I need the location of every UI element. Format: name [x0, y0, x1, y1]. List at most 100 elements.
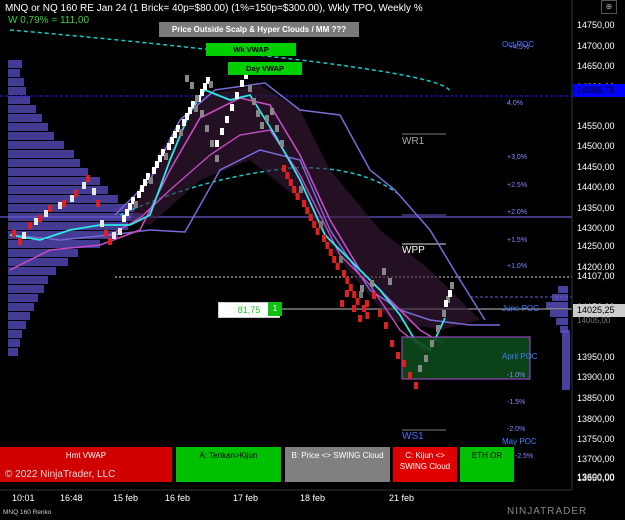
- renko-brick: [384, 322, 388, 329]
- volume-profile-bar: [8, 60, 22, 68]
- renko-brick: [248, 85, 252, 92]
- renko-brick: [328, 249, 333, 256]
- signal-cell: B: Price <> SWING Cloud: [285, 447, 390, 482]
- price-tag-white: 14107,00: [573, 270, 625, 283]
- renko-brick: [370, 280, 374, 287]
- renko-brick: [280, 140, 284, 147]
- renko-brick: [295, 193, 300, 200]
- renko-brick: [299, 186, 303, 193]
- renko-brick: [275, 125, 279, 132]
- renko-brick: [450, 282, 454, 289]
- pct-25-label: +2.5%: [507, 182, 528, 189]
- volume-profile-bar: [8, 204, 134, 212]
- renko-brick: [322, 235, 326, 242]
- instrument-footer: MNQ 160 Renko: [3, 509, 52, 516]
- renko-brick: [179, 129, 183, 136]
- renko-brick: [436, 325, 440, 332]
- renko-brick: [365, 312, 370, 319]
- renko-brick: [125, 209, 129, 216]
- time-axis-label: 10:01: [12, 493, 35, 503]
- renko-brick: [270, 108, 274, 115]
- renko-brick: [104, 230, 108, 237]
- price-axis-label: 13700,00: [577, 454, 615, 464]
- volume-profile-bar: [8, 258, 68, 266]
- renko-brick: [396, 352, 400, 359]
- weekly-percent: W 0,79% = 111,00: [8, 15, 90, 26]
- renko-brick: [12, 230, 16, 237]
- price-axis-label: 13750,00: [577, 434, 615, 444]
- renko-brick: [292, 186, 297, 193]
- time-axis-label: 17 feb: [233, 493, 259, 503]
- renko-brick: [365, 300, 369, 307]
- renko-brick: [414, 382, 418, 389]
- renko-brick: [378, 310, 382, 317]
- renko-brick: [200, 110, 204, 117]
- renko-brick: [332, 256, 337, 263]
- pct-2-label: +2.0%: [507, 209, 528, 216]
- renko-brick: [62, 200, 66, 207]
- renko-brick: [285, 172, 290, 179]
- time-axis-label: 16:48: [60, 493, 83, 503]
- volume-profile-bar: [546, 302, 568, 309]
- renko-brick: [348, 284, 353, 291]
- pct-m25-label: -2.5%: [515, 453, 534, 460]
- day-vwap-label: Day VWAP: [228, 62, 302, 75]
- renko-brick: [108, 238, 112, 245]
- renko-brick: [205, 125, 209, 132]
- renko-brick: [185, 113, 189, 120]
- price-axis-label: 13850,00: [577, 393, 615, 403]
- volume-profile-bar: [8, 276, 48, 284]
- volume-profile-bar: [550, 310, 568, 317]
- renko-brick: [225, 116, 229, 123]
- renko-brick: [256, 110, 260, 117]
- chart-title: MNQ or NQ 160 RE Jan 24 (1 Brick= 40p=$8…: [5, 3, 423, 14]
- wpp-label: WPP: [402, 245, 425, 256]
- wk-vwap-label: Wk VWAP: [206, 43, 296, 56]
- price-axis-label: 14250,00: [577, 241, 615, 251]
- renko-brick: [82, 182, 86, 189]
- renko-brick: [260, 122, 264, 129]
- renko-brick: [149, 177, 153, 184]
- price-axis-label: 14550,00: [577, 121, 615, 131]
- volume-profile-bar: [8, 348, 18, 356]
- wr1-label: WR1: [402, 136, 425, 147]
- renko-brick: [265, 115, 269, 122]
- renko-brick: [38, 215, 42, 222]
- renko-brick: [430, 340, 434, 347]
- renko-brick: [340, 300, 344, 307]
- renko-brick: [408, 372, 412, 379]
- renko-brick: [118, 228, 122, 235]
- renko-brick: [382, 268, 386, 275]
- zoom-icon[interactable]: ⊕: [601, 0, 617, 14]
- volume-profile-bar: [562, 330, 570, 390]
- renko-brick: [315, 228, 320, 235]
- price-axis-label: 14350,00: [577, 203, 615, 213]
- renko-brick: [444, 300, 448, 307]
- copyright: © 2022 NinjaTrader, LLC: [5, 469, 116, 480]
- renko-brick: [220, 128, 224, 135]
- renko-brick: [170, 137, 174, 144]
- renko-brick: [210, 140, 214, 147]
- renko-brick: [28, 222, 32, 229]
- volume-profile-bar: [8, 105, 36, 113]
- price-axis-label: 14750,00: [577, 20, 615, 30]
- renko-brick: [215, 155, 219, 162]
- june-poc-label: June POC: [502, 304, 539, 313]
- renko-brick: [48, 205, 52, 212]
- volume-profile-bar: [8, 96, 30, 104]
- renko-brick: [143, 179, 147, 186]
- renko-brick: [252, 98, 256, 105]
- renko-brick: [352, 305, 356, 312]
- volume-profile-bar: [558, 286, 568, 293]
- volume-profile-bar: [8, 141, 64, 149]
- renko-brick: [388, 278, 392, 285]
- time-axis-label: 21 feb: [389, 493, 415, 503]
- time-axis-label: 15 feb: [113, 493, 139, 503]
- volume-profile-bar: [8, 150, 74, 158]
- volume-profile-bar: [8, 114, 42, 122]
- price-axis-label: 14500,00: [577, 141, 615, 151]
- volume-profile-bar: [8, 330, 22, 338]
- renko-brick: [92, 188, 96, 195]
- ninjatrader-logo: NINJATRADER: [507, 506, 588, 517]
- counter-button[interactable]: 1: [268, 302, 282, 316]
